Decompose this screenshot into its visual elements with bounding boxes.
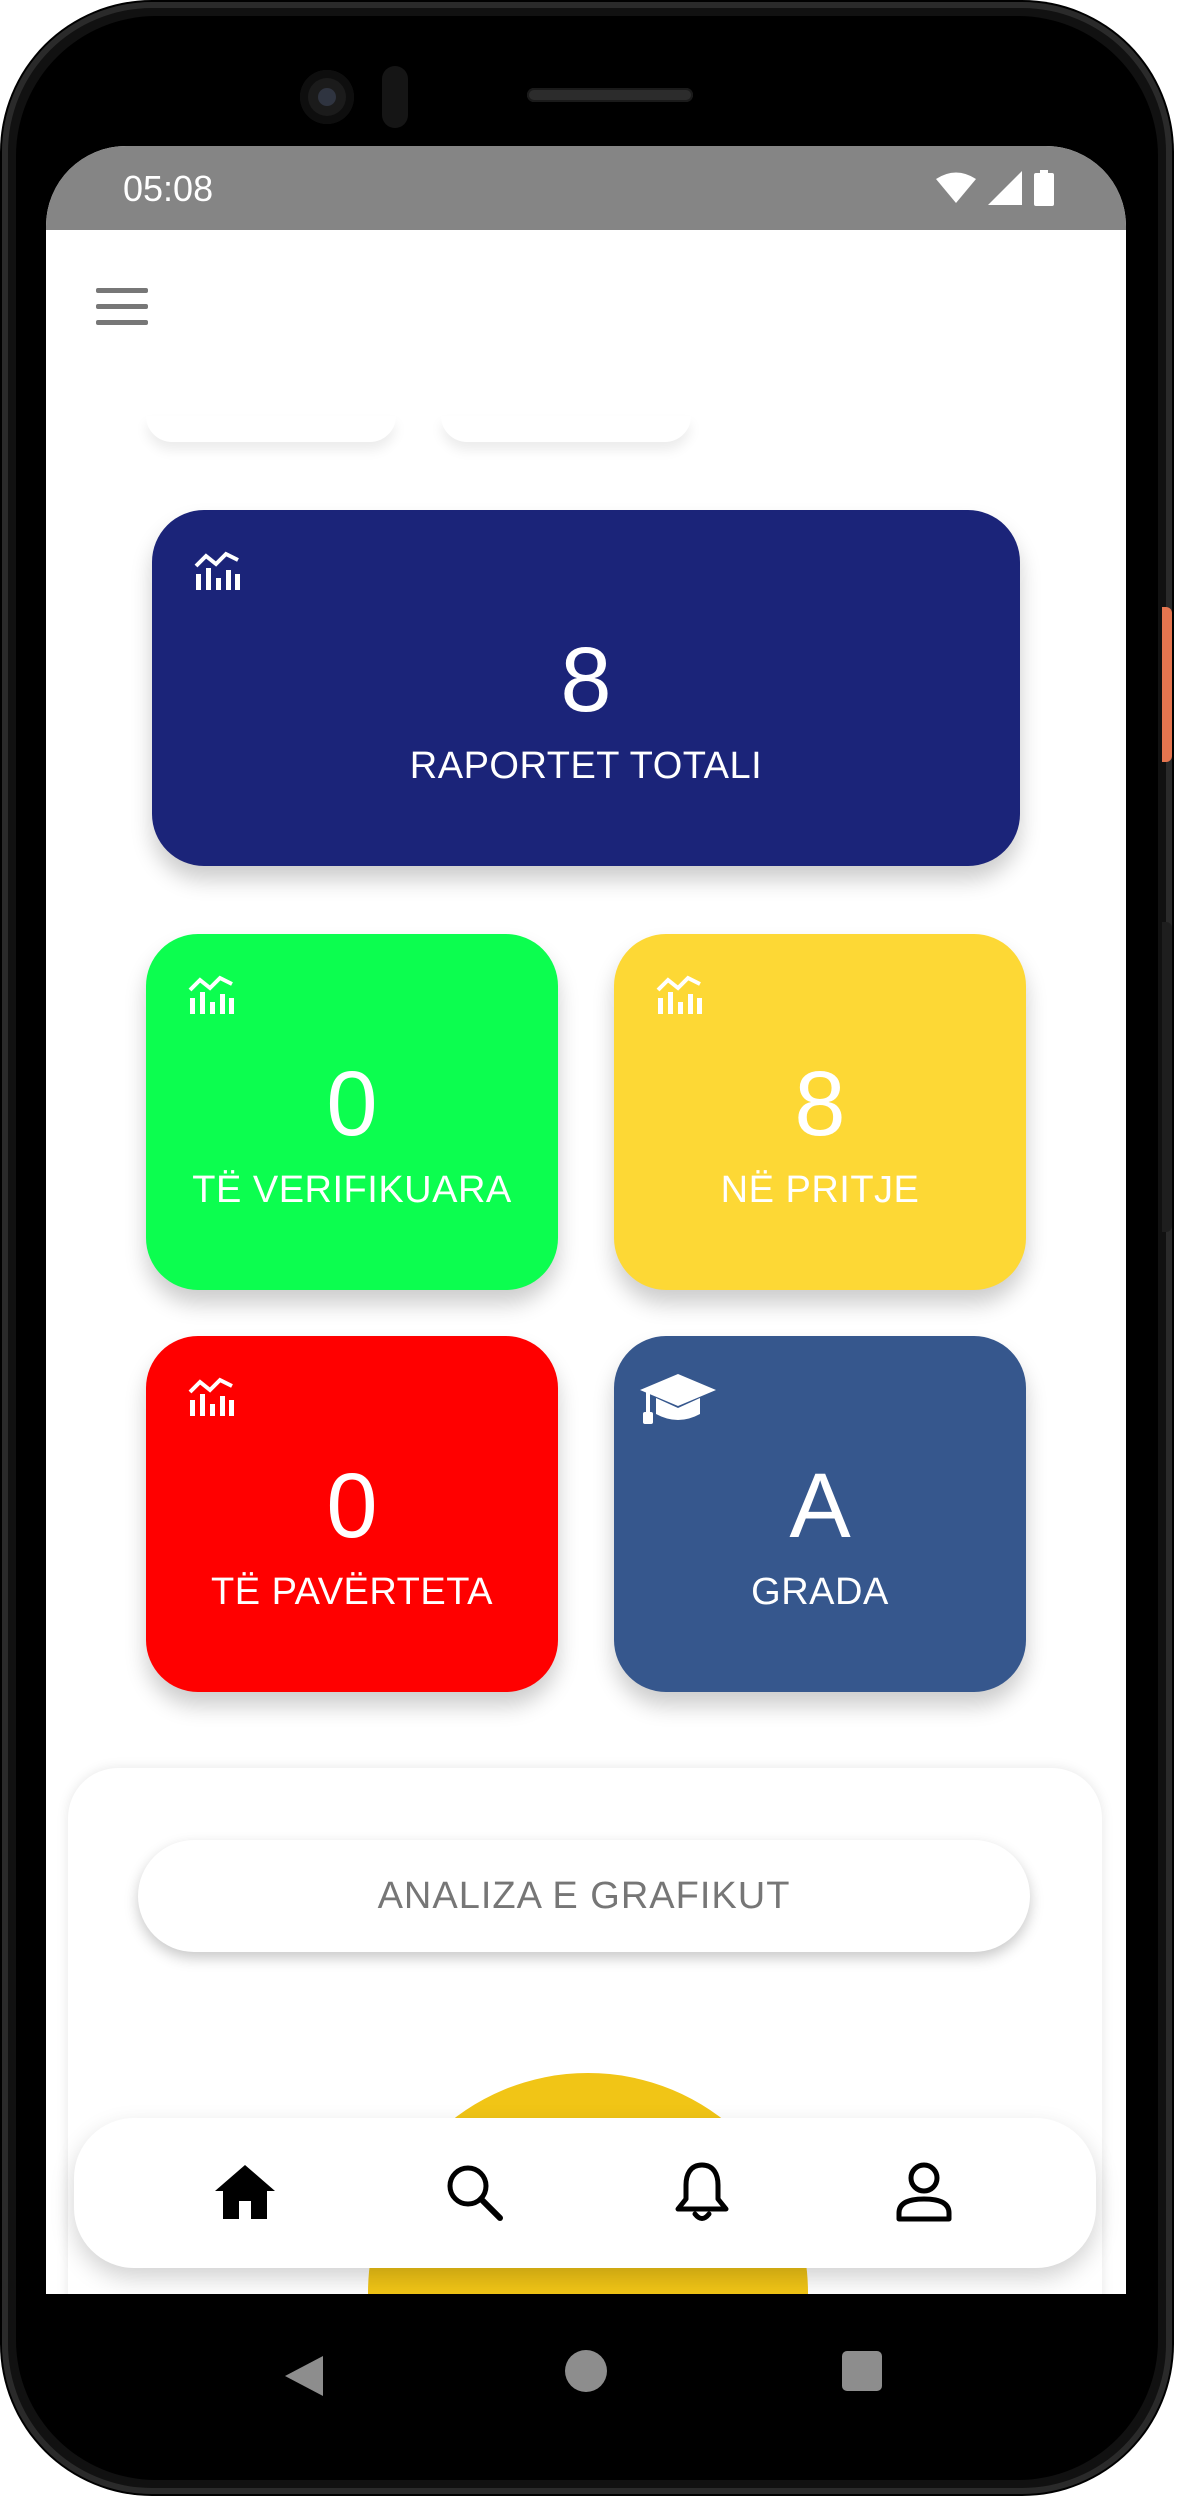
grade-value: A xyxy=(789,1455,851,1557)
bottom-navigation xyxy=(74,2118,1096,2268)
pending-reports-label: NË PRITJE xyxy=(720,1169,920,1211)
app-screen: 05:08 8 RAPORTET TOTALI 0 TË VERIFIKUARA… xyxy=(46,146,1126,2294)
pending-reports-value: 8 xyxy=(794,1053,846,1155)
graduation-cap-icon xyxy=(640,1374,716,1424)
power-button xyxy=(1162,607,1172,762)
bar-chart-icon xyxy=(188,975,234,1014)
verified-reports-card[interactable]: 0 TË VERIFIKUARA xyxy=(146,934,558,1290)
front-sensor xyxy=(382,66,408,128)
scrolled-card-right xyxy=(441,416,691,442)
total-reports-value: 8 xyxy=(560,629,612,731)
status-icons xyxy=(936,170,1054,206)
user-icon xyxy=(896,2162,952,2222)
false-reports-value: 0 xyxy=(326,1455,378,1557)
front-camera xyxy=(300,70,354,124)
earpiece-speaker xyxy=(527,88,693,102)
false-reports-label: TË PAVËRTETA xyxy=(211,1571,493,1613)
back-icon[interactable] xyxy=(281,2354,325,2398)
verified-reports-value: 0 xyxy=(326,1053,378,1155)
app-header xyxy=(46,230,1126,380)
chart-analysis-button[interactable]: ANALIZA E GRAFIKUT xyxy=(138,1840,1030,1952)
verified-reports-label: TË VERIFIKUARA xyxy=(192,1169,512,1211)
hamburger-menu-icon[interactable] xyxy=(96,288,150,328)
wifi-icon xyxy=(936,172,976,203)
bell-icon xyxy=(675,2162,729,2221)
nav-search[interactable] xyxy=(438,2156,510,2228)
system-navigation-bar xyxy=(46,2294,1126,2464)
status-time: 05:08 xyxy=(123,168,214,209)
volume-button xyxy=(1162,922,1172,1232)
search-icon xyxy=(447,2165,503,2221)
bar-chart-icon xyxy=(188,1377,234,1416)
bar-chart-icon xyxy=(194,551,240,590)
total-reports-card[interactable]: 8 RAPORTET TOTALI xyxy=(152,510,1020,866)
recent-apps-icon[interactable] xyxy=(842,2351,882,2391)
total-reports-label: RAPORTET TOTALI xyxy=(409,745,763,787)
nav-notifications[interactable] xyxy=(666,2156,738,2228)
bar-chart-icon xyxy=(656,975,702,1014)
status-bar: 05:08 xyxy=(46,146,1126,230)
cellular-signal-icon xyxy=(988,171,1022,205)
home-icon xyxy=(215,2165,275,2219)
false-reports-card[interactable]: 0 TË PAVËRTETA xyxy=(146,1336,558,1692)
nav-home[interactable] xyxy=(209,2156,281,2228)
scrolled-card-left xyxy=(146,416,396,442)
nav-profile[interactable] xyxy=(888,2156,960,2228)
grade-card[interactable]: A GRADA xyxy=(614,1336,1026,1692)
battery-icon xyxy=(1034,170,1054,206)
home-button-icon[interactable] xyxy=(565,2350,607,2392)
grade-label: GRADA xyxy=(751,1571,889,1613)
pending-reports-card[interactable]: 8 NË PRITJE xyxy=(614,934,1026,1290)
